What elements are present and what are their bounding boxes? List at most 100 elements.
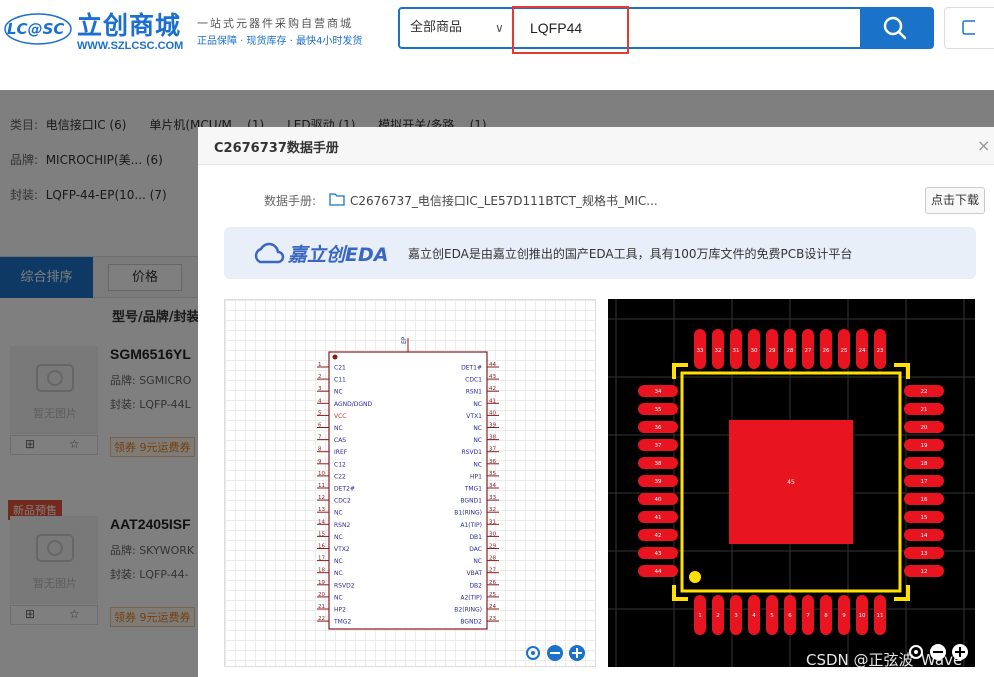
pin-name-left: NC — [334, 558, 343, 565]
pad-number: 29 — [769, 348, 776, 354]
pad-number: 13 — [921, 551, 928, 557]
upload-icon — [962, 20, 977, 35]
pin-name-left: VCC — [334, 413, 346, 420]
pin-number-left: 20 — [318, 592, 325, 598]
pad-number: 8 — [824, 613, 828, 619]
slogan: 一站式元器件采购自营商城 — [197, 17, 353, 30]
pin-name-right: DB2 — [469, 582, 482, 589]
pin-name-right: VBAT — [466, 570, 482, 577]
pin-number-left: 14 — [318, 519, 325, 525]
pad-number: 41 — [655, 515, 662, 521]
pad-number: 42 — [655, 533, 662, 539]
datasheet-file-link[interactable]: C2676737_电信接口IC_LE57D111BTCT_规格书_MIC... — [350, 192, 658, 209]
pad-number: 22 — [921, 389, 928, 395]
pin-number-right: 32 — [489, 507, 496, 513]
pin-name-left: TMG2 — [333, 619, 351, 626]
pad-number: 6 — [788, 613, 792, 619]
search-button[interactable] — [860, 9, 932, 47]
eda-banner[interactable]: 嘉立创EDA 嘉立创EDA是由嘉立创推出的国产EDA工具，具有100万库文件的免… — [224, 227, 976, 279]
logo-url: WWW.SZLCSC.COM — [77, 40, 184, 52]
pin-number-right: 38 — [489, 435, 496, 441]
pin-number-left: 17 — [318, 556, 325, 562]
pin-number-right: 24 — [489, 604, 496, 610]
pad-number: 10 — [859, 613, 866, 619]
pad-number: 34 — [655, 389, 662, 395]
pin-number-right: 33 — [489, 495, 496, 501]
pin-name-right: NC — [473, 437, 482, 444]
pin-name-right: TMG1 — [464, 486, 482, 493]
pin-name-right: BGND1 — [460, 498, 482, 505]
pin-name-right: VTX1 — [466, 413, 482, 420]
upload-button[interactable] — [944, 7, 994, 49]
pin-number-left: 5 — [318, 410, 322, 416]
pad-number: 39 — [655, 479, 662, 485]
pin-number-right: 28 — [489, 556, 496, 562]
pin-name-left: C11 — [334, 377, 346, 384]
pad-number: 17 — [921, 479, 928, 485]
logo-badge[interactable]: LC@SC — [4, 12, 72, 46]
pin-number-right: 34 — [489, 483, 496, 489]
symbol-preview[interactable]: C21 1 C11 2 NC 3 AGND/DGND 4 VCC 5 NC 6 CAS 7 IREF 8 C12… — [224, 299, 596, 667]
pin-name-left: NC — [334, 534, 343, 541]
pin-name-right: CDC1 — [465, 377, 482, 384]
pin-name-left: RSVD2 — [334, 582, 355, 589]
pin-number-left: 15 — [318, 531, 325, 537]
pin1-dot — [689, 571, 701, 583]
pin-number-left: 2 — [318, 374, 322, 380]
pin-name-right: A2(TIP) — [460, 594, 482, 601]
pad-number: 36 — [655, 425, 662, 431]
pad-number: 32 — [715, 348, 722, 354]
pin-number-left: 12 — [318, 495, 325, 501]
pad-number: 30 — [751, 348, 758, 354]
pin-name-left: RSN2 — [334, 522, 350, 529]
pad-number: 26 — [823, 348, 830, 354]
close-icon[interactable]: × — [977, 136, 990, 155]
pin-number-right: 40 — [489, 410, 496, 416]
zoom-out-icon — [547, 645, 563, 661]
pin-name-ep: EP — [401, 336, 408, 344]
pin-name-left: NC — [334, 389, 343, 396]
pin-name-left: DET2# — [334, 486, 355, 493]
pad-number: 23 — [877, 348, 884, 354]
pin-number-left: 3 — [318, 386, 322, 392]
datasheet-modal: C2676737数据手册 × 数据手册: C2676737_电信接口IC_LE5… — [198, 127, 994, 677]
pin-number-right: 37 — [489, 447, 496, 453]
eda-description: 嘉立创EDA是由嘉立创推出的国产EDA工具，具有100万库文件的免费PCB设计平… — [408, 247, 853, 261]
pad-number: 24 — [859, 348, 866, 354]
site-header: LC@SC 立创商城 WWW.SZLCSC.COM 一站式元器件采购自营商城 正… — [0, 0, 994, 90]
pin-name-right: A1(TIP) — [460, 522, 482, 529]
pad-number: 19 — [921, 443, 928, 449]
pin-number-left: 16 — [318, 544, 325, 550]
eda-cloud-icon — [254, 242, 285, 264]
pin-name-right: B2(RING) — [454, 607, 482, 614]
pad-number: 25 — [841, 348, 848, 354]
footprint-preview[interactable]: 33 32 31 30 29 28 27 26 25 24 23 1 2 3 4 5 6 7 8 9 10 11 34 35 3… — [608, 299, 975, 667]
pad-number: 38 — [655, 461, 662, 467]
search-category-select[interactable]: 全部商品 ∨ — [400, 9, 516, 47]
pad-number: 14 — [921, 533, 928, 539]
schematic-symbol: C21 1 C11 2 NC 3 AGND/DGND 4 VCC 5 NC 6 CAS 7 IREF 8 C12… — [317, 336, 499, 630]
pin-name-right: NC — [473, 401, 482, 408]
pin-number-left: 21 — [318, 604, 325, 610]
pin-name-left: NC — [334, 570, 343, 577]
logo-text[interactable]: 立创商城 — [77, 6, 181, 42]
pin-name-right: RSN1 — [466, 389, 482, 396]
pin-name-left: VTX2 — [334, 546, 350, 553]
zoom-in-icon — [569, 645, 585, 661]
pad-number: 45 — [787, 479, 795, 486]
pad-number: 35 — [655, 407, 662, 413]
download-button[interactable]: 点击下载 — [925, 187, 985, 214]
search-icon — [883, 16, 907, 40]
watermark: CSDN @正弦波_Wave — [806, 651, 963, 669]
pin-number-right: 42 — [489, 386, 496, 392]
pin-name-right: NC — [473, 425, 482, 432]
pin-number-right: 43 — [489, 374, 496, 380]
pin-number-left: 6 — [318, 423, 322, 429]
pin-number-right: 39 — [489, 423, 496, 429]
modal-title: C2676737数据手册 — [214, 141, 339, 156]
pin-name-right: BGND2 — [460, 619, 482, 626]
pad-number: 15 — [921, 515, 928, 521]
preview-controls — [525, 644, 589, 666]
folder-icon — [329, 193, 345, 206]
pin1-marker — [332, 354, 338, 360]
